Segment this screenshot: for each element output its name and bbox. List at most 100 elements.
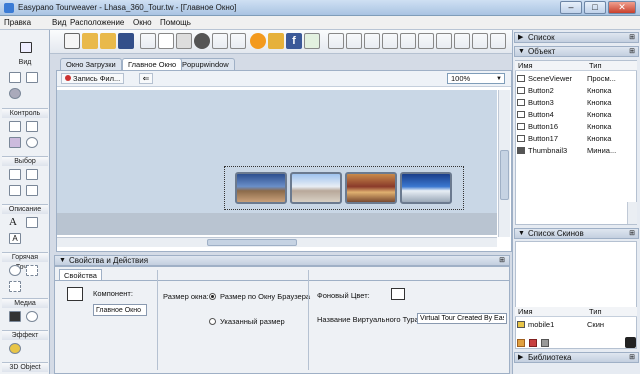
thumbnail-component[interactable] xyxy=(224,166,464,210)
same-size-icon[interactable] xyxy=(472,33,488,49)
align-right-icon[interactable] xyxy=(364,33,380,49)
thumbnail-panorama[interactable] xyxy=(235,172,287,204)
object-panel-header[interactable]: ▼ Объект ⊞ xyxy=(514,46,639,57)
align-left-icon[interactable] xyxy=(328,33,344,49)
view-cross-icon[interactable] xyxy=(26,72,38,83)
select-list-icon[interactable] xyxy=(9,169,21,180)
view-globe-icon[interactable] xyxy=(9,88,21,99)
record-button[interactable]: Запись Фил... xyxy=(61,73,125,84)
list-panel-header[interactable]: ▶ Список ⊞ xyxy=(514,32,639,43)
paste-icon[interactable] xyxy=(176,33,192,49)
thumbnail-panorama[interactable] xyxy=(345,172,397,204)
thumbnail-panorama[interactable] xyxy=(290,172,342,204)
open-recent-icon[interactable] xyxy=(100,33,116,49)
list-item[interactable]: Button2 Кнопка xyxy=(515,85,637,96)
select-grid-icon[interactable] xyxy=(26,169,38,180)
media-sound-icon[interactable] xyxy=(26,311,38,322)
hotspot-poly-icon[interactable] xyxy=(9,281,21,292)
list-item[interactable]: mobile1 Скин xyxy=(515,319,637,330)
control-disabled-icon[interactable] xyxy=(26,137,38,148)
menu-layout[interactable]: Расположение xyxy=(70,18,124,27)
trash-icon[interactable] xyxy=(541,339,549,347)
control-slider-icon[interactable] xyxy=(26,121,38,132)
align-bottom-icon[interactable] xyxy=(418,33,434,49)
save-icon[interactable] xyxy=(118,33,134,49)
column-name[interactable]: Имя xyxy=(518,61,533,71)
column-type[interactable]: Тип xyxy=(589,61,602,71)
list-item[interactable]: SceneViewer Просм... xyxy=(515,73,637,84)
menu-edit[interactable]: Правка xyxy=(4,18,31,27)
cut-icon[interactable] xyxy=(140,33,156,49)
remove-skin-icon[interactable] xyxy=(529,339,537,347)
zoom-select[interactable]: 100% ▼ xyxy=(447,73,505,84)
library-panel-header[interactable]: ▶ Библиотека ⊞ xyxy=(514,352,639,363)
pin-icon[interactable]: ⊞ xyxy=(499,256,505,266)
bg-color-picker[interactable] xyxy=(391,288,405,300)
scroll-thumb[interactable] xyxy=(500,150,509,200)
textbox-icon[interactable] xyxy=(26,217,38,228)
align-middle-icon[interactable] xyxy=(400,33,416,49)
list-item[interactable]: Button3 Кнопка xyxy=(515,97,637,108)
effect-sun-icon[interactable] xyxy=(9,343,21,354)
scroll-thumb[interactable] xyxy=(207,239,297,246)
maximize-button[interactable]: □ xyxy=(584,1,606,14)
tab-loading-window[interactable]: Окно Загрузки xyxy=(60,58,122,70)
preview-icon[interactable] xyxy=(250,33,266,49)
select-arrow-icon[interactable] xyxy=(20,42,32,53)
pin-icon[interactable]: ⊞ xyxy=(629,47,635,57)
list-item[interactable]: Thumbnail3 Миниа... xyxy=(515,145,637,156)
tab-main-window[interactable]: Главное Окно xyxy=(122,58,183,70)
align-top-icon[interactable] xyxy=(382,33,398,49)
control-button-icon[interactable] xyxy=(9,121,21,132)
publish-icon[interactable] xyxy=(268,33,284,49)
list-item[interactable]: Button16 Кнопка xyxy=(515,121,637,132)
label-icon[interactable]: A xyxy=(9,233,21,244)
column-name[interactable]: Имя xyxy=(518,307,533,317)
select-combo-icon[interactable] xyxy=(26,185,38,196)
vertical-scrollbar[interactable] xyxy=(498,90,510,237)
select-thumb-icon[interactable] xyxy=(9,185,21,196)
menu-window[interactable]: Окно xyxy=(133,18,152,27)
add-skin-icon[interactable] xyxy=(517,339,525,347)
list-item[interactable]: Button4 Кнопка xyxy=(515,109,637,120)
media-video-icon[interactable] xyxy=(9,311,21,322)
thumbnail-panorama[interactable] xyxy=(400,172,452,204)
align-center-icon[interactable] xyxy=(346,33,362,49)
skins-panel-header[interactable]: ▼ Список Скинов ⊞ xyxy=(514,228,639,239)
settings-icon[interactable] xyxy=(625,337,636,348)
minimize-button[interactable]: – xyxy=(560,1,582,14)
redo-icon[interactable] xyxy=(230,33,246,49)
collapse-arrow-icon[interactable]: ▼ xyxy=(59,256,66,266)
distribute-icon[interactable] xyxy=(490,33,506,49)
pin-icon[interactable]: ⊞ xyxy=(629,33,635,43)
control-map-icon[interactable] xyxy=(9,137,21,148)
vertical-scrollbar[interactable] xyxy=(627,202,637,224)
copy-icon[interactable] xyxy=(158,33,174,49)
new-file-icon[interactable] xyxy=(64,33,80,49)
radio-custom-size[interactable] xyxy=(209,318,216,325)
close-button[interactable]: ✕ xyxy=(608,1,636,14)
same-height-icon[interactable] xyxy=(454,33,470,49)
export-icon[interactable] xyxy=(304,33,320,49)
menu-help[interactable]: Помощь xyxy=(160,18,191,27)
view-rect-icon[interactable] xyxy=(9,72,21,83)
delete-icon[interactable] xyxy=(194,33,210,49)
tour-name-field[interactable] xyxy=(417,313,507,324)
hotspot-rect-icon[interactable] xyxy=(26,265,38,276)
list-item[interactable]: Button17 Кнопка xyxy=(515,133,637,144)
facebook-icon[interactable]: f xyxy=(286,33,302,49)
menu-view[interactable]: Вид xyxy=(52,18,66,27)
tab-popupwindow[interactable]: Popupwindow xyxy=(176,58,235,70)
column-type[interactable]: Тип xyxy=(589,307,602,317)
open-folder-icon[interactable] xyxy=(82,33,98,49)
same-width-icon[interactable] xyxy=(436,33,452,49)
hotspot-circle-icon[interactable] xyxy=(9,265,21,276)
pin-icon[interactable]: ⊞ xyxy=(629,229,635,239)
text-icon[interactable]: A xyxy=(9,217,21,228)
undo-icon[interactable] xyxy=(212,33,228,49)
back-arrow-icon[interactable]: ⇐ xyxy=(139,73,153,84)
horizontal-scrollbar[interactable] xyxy=(57,237,497,247)
pin-icon[interactable]: ⊞ xyxy=(629,353,635,363)
radio-browser-size[interactable] xyxy=(209,293,216,300)
tab-properties[interactable]: Свойства xyxy=(59,269,102,280)
